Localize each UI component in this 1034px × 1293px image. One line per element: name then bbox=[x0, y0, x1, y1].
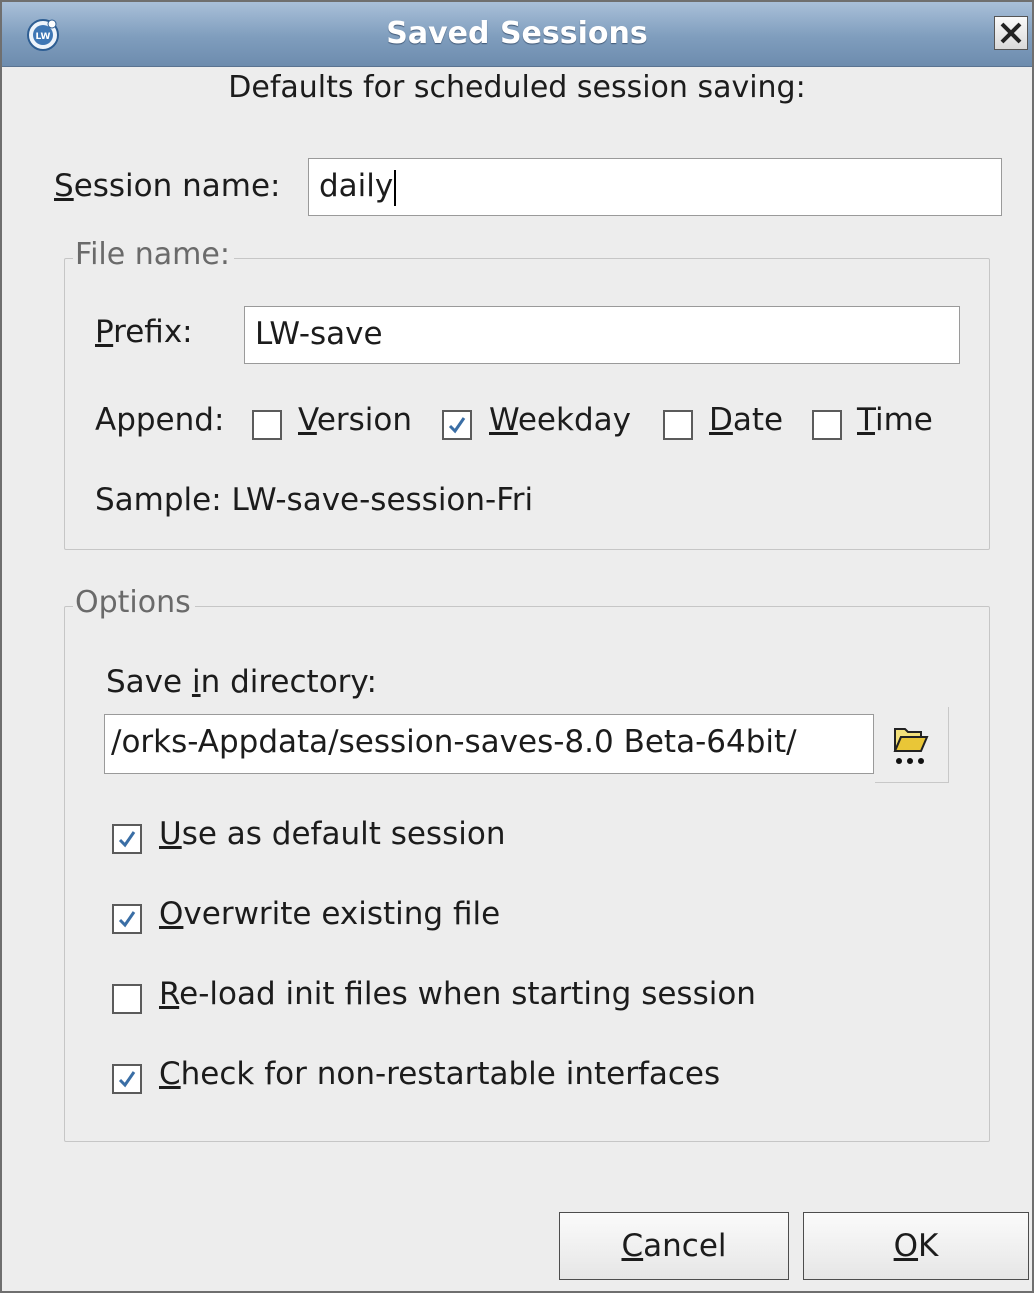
title-bar[interactable]: LW Saved Sessions bbox=[2, 2, 1032, 67]
cancel-button[interactable]: Cancel bbox=[559, 1212, 789, 1280]
dialog-heading: Defaults for scheduled session saving: bbox=[228, 70, 806, 105]
check-non-restartable-label[interactable]: Check for non-restartable interfaces bbox=[159, 1056, 720, 1092]
browse-directory-button[interactable] bbox=[875, 707, 949, 783]
overwrite-file-checkbox[interactable] bbox=[112, 904, 142, 934]
append-date-label[interactable]: Date bbox=[709, 402, 783, 438]
append-weekday-checkbox[interactable] bbox=[442, 410, 472, 440]
append-label: Append: bbox=[95, 402, 225, 438]
ok-button[interactable]: OK bbox=[803, 1212, 1029, 1280]
sample-filename: Sample: LW-save-session-Fri bbox=[95, 482, 534, 518]
append-weekday-label[interactable]: Weekday bbox=[489, 402, 631, 438]
use-default-session-label[interactable]: Use as default session bbox=[159, 816, 505, 852]
checkmark-icon bbox=[448, 417, 466, 434]
session-name-label: Session name: bbox=[54, 168, 281, 204]
close-button[interactable] bbox=[994, 16, 1028, 50]
save-directory-label: Save in directory: bbox=[106, 664, 377, 700]
text-caret bbox=[394, 169, 397, 206]
check-non-restartable-checkbox[interactable] bbox=[112, 1064, 142, 1094]
prefix-label: Prefix: bbox=[95, 314, 193, 350]
saved-sessions-dialog: LW Saved Sessions Defaults for scheduled… bbox=[0, 0, 1034, 1293]
checkmark-icon bbox=[118, 831, 136, 848]
prefix-input[interactable]: LW-save bbox=[244, 306, 960, 364]
overwrite-file-label[interactable]: Overwrite existing file bbox=[159, 896, 500, 932]
close-icon bbox=[1000, 22, 1022, 44]
use-default-session-checkbox[interactable] bbox=[112, 824, 142, 854]
checkmark-icon bbox=[118, 911, 136, 928]
checkmark-icon bbox=[118, 1071, 136, 1088]
save-directory-input[interactable]: /orks-Appdata/session-saves-8.0 Beta-64b… bbox=[104, 714, 874, 774]
append-time-checkbox[interactable] bbox=[812, 410, 842, 440]
options-legend: Options bbox=[73, 585, 195, 620]
session-name-input[interactable]: daily bbox=[308, 158, 1002, 216]
folder-open-icon bbox=[893, 728, 929, 764]
append-version-label[interactable]: Version bbox=[298, 402, 412, 438]
append-version-checkbox[interactable] bbox=[252, 410, 282, 440]
reload-init-files-checkbox[interactable] bbox=[112, 984, 142, 1014]
append-time-label[interactable]: Time bbox=[857, 402, 933, 438]
file-name-legend: File name: bbox=[73, 237, 234, 272]
reload-init-files-label[interactable]: Re-load init files when starting session bbox=[159, 976, 756, 1012]
append-date-checkbox[interactable] bbox=[663, 410, 693, 440]
window-title: Saved Sessions bbox=[386, 16, 648, 51]
